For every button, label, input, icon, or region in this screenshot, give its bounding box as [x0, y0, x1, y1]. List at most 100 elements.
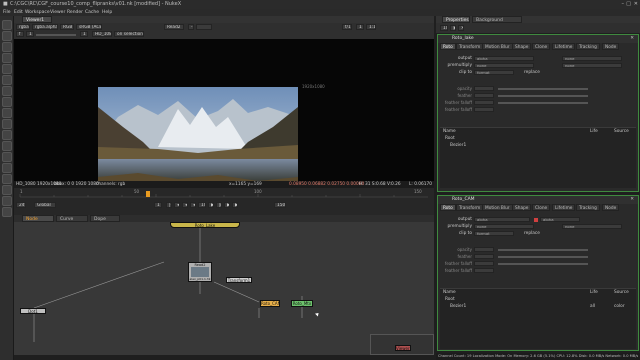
range-mode-dropdown[interactable]: Global [34, 202, 56, 208]
tab-dope-sheet[interactable]: Dope Sheet [90, 215, 120, 229]
transform-tool-icon[interactable] [2, 108, 12, 118]
node-top-group[interactable]: Roto_Lake [170, 222, 240, 228]
panel1-opacity-slider[interactable] [498, 88, 588, 90]
panel2-tab-roto[interactable]: Roto [440, 204, 456, 211]
input-b-dropdown[interactable] [196, 24, 212, 30]
panel2-falloff-slider[interactable] [498, 263, 588, 265]
panel2-falloff2-field[interactable] [474, 268, 494, 273]
panel1-opacity-field[interactable] [474, 86, 494, 91]
play-back-button[interactable]: ◀ [190, 202, 196, 208]
menu-help[interactable]: Help [102, 10, 112, 15]
step-field[interactable]: 10 [198, 202, 206, 208]
panel2-clip-dropdown[interactable]: format [474, 231, 514, 236]
panel1-tab-clone[interactable]: Clone [532, 43, 551, 50]
panel1-tab-transform[interactable]: Transform [456, 43, 484, 50]
furnace-tool-icon[interactable] [2, 196, 12, 206]
other-tool-icon[interactable] [2, 185, 12, 195]
panel2-premult-b-dropdown[interactable]: none [562, 224, 622, 229]
channel-tool-icon[interactable] [2, 53, 12, 63]
selection-dropdown[interactable]: on selection [114, 31, 144, 37]
panel1-tab-node[interactable]: Node [602, 43, 620, 50]
panel2-output-b-dropdown[interactable]: alpha [540, 217, 580, 222]
panel2-opacity-field[interactable] [474, 247, 494, 252]
panel1-name[interactable]: Roto_lake [452, 36, 474, 41]
panel1-tab-roto[interactable]: Roto [440, 43, 456, 50]
color-tool-icon[interactable] [2, 64, 12, 74]
menu-workspace[interactable]: Workspace [25, 10, 50, 15]
step-forward-button[interactable]: |▶ [216, 202, 222, 208]
tab-node-graph[interactable]: Node Graph [22, 215, 54, 229]
menu-render[interactable]: Render [67, 10, 83, 15]
roi-dropdown[interactable]: HD_1080 [92, 31, 112, 37]
views-tool-icon[interactable] [2, 130, 12, 140]
menu-file[interactable]: File [3, 10, 11, 15]
gain-field[interactable]: 1 [356, 24, 364, 30]
layer-dropdown[interactable]: rgba.alpha [32, 24, 58, 30]
lock-icon[interactable]: ▣ [450, 25, 456, 31]
panel1-close-icon[interactable]: ✕ [630, 36, 634, 41]
keyer-tool-icon[interactable] [2, 86, 12, 96]
node-transform[interactable]: Transform1 [226, 277, 252, 283]
filter-tool-icon[interactable] [2, 75, 12, 85]
metadata-tool-icon[interactable] [2, 141, 12, 151]
panel2-replace-checkbox[interactable]: replace [524, 230, 540, 237]
panel1-output-b-dropdown[interactable]: none [562, 56, 622, 61]
clear-panels-icon[interactable]: ✕ [458, 25, 464, 31]
tab-viewer1[interactable]: Viewer1 [22, 16, 52, 23]
merge-tool-icon[interactable] [2, 97, 12, 107]
toolsets-tool-icon[interactable] [2, 174, 12, 184]
panel2-falloff-field[interactable] [474, 261, 494, 266]
image-tool-icon[interactable] [2, 20, 12, 30]
deep-tool-icon[interactable] [2, 163, 12, 173]
first-frame-button[interactable]: |◀ [166, 202, 172, 208]
panel1-tab-lifetime[interactable]: Lifetime [552, 43, 576, 50]
panel1-premult-dropdown[interactable]: none [474, 63, 534, 68]
panel2-tab-clone[interactable]: Clone [532, 204, 551, 211]
maximize-icon[interactable]: □ [626, 1, 631, 7]
node-graph[interactable]: Roto_Lake Read2 alex_p01.1.3k Transform1… [14, 222, 434, 355]
panel1-feather-field[interactable] [474, 93, 494, 98]
last-frame-button[interactable]: ▶| [232, 202, 238, 208]
node-read2[interactable]: Read2 alex_p01.1.3k [188, 262, 212, 282]
play-button[interactable]: ▶ [208, 202, 214, 208]
colorspace-dropdown[interactable]: sRGB (ACES) [76, 24, 102, 30]
end-frame-field[interactable]: 150 [274, 202, 286, 208]
node-viewer[interactable]: Viewer1 [395, 345, 411, 351]
frame-field[interactable]: 1 [154, 202, 162, 208]
zoom-dropdown[interactable]: f/1.0 [342, 24, 352, 30]
panel1-output-dropdown[interactable]: alpha [474, 56, 534, 61]
panel2-tab-node[interactable]: Node [602, 204, 620, 211]
graph-minimap[interactable]: Viewer1 [370, 334, 434, 355]
panel1-falloff-slider[interactable] [498, 102, 588, 104]
prev-key-button[interactable]: ◀◀ [174, 202, 180, 208]
gain-value[interactable]: 1 [26, 31, 34, 37]
panel2-feather-field[interactable] [474, 254, 494, 259]
panel1-tab-motion-blur[interactable]: Motion Blur [482, 43, 513, 50]
node-roto-mtx[interactable]: Roto_Mtx [291, 300, 313, 307]
panel2-layer-list[interactable]: Name Life Source Root Bezier1 all color [440, 288, 636, 349]
draw-tool-icon[interactable] [2, 31, 12, 41]
channels-dropdown[interactable]: rgba [16, 24, 30, 30]
panel2-layer-root[interactable]: Root [445, 297, 455, 302]
particles-tool-icon[interactable] [2, 152, 12, 162]
panel2-bezier-life[interactable]: all [590, 304, 595, 309]
3d-tool-icon[interactable] [2, 119, 12, 129]
panel2-tab-motion-blur[interactable]: Motion Blur [482, 204, 513, 211]
panel2-opacity-slider[interactable] [498, 249, 588, 251]
next-key-button[interactable]: ▶▶ [224, 202, 230, 208]
panel1-falloff2-field[interactable] [474, 107, 494, 112]
panel1-layer-bezier1[interactable]: Bezier1 [450, 143, 466, 148]
panel1-layer-root[interactable]: Root [445, 136, 455, 141]
panel1-layer-list[interactable]: Name Life Source Root Bezier1 [440, 127, 636, 188]
plugin-tool-icon[interactable] [2, 207, 12, 217]
panel2-bezier-source[interactable]: color [614, 304, 625, 309]
panel1-premult-b-dropdown[interactable]: none [562, 63, 622, 68]
max-panels-field[interactable]: 10 [440, 25, 448, 31]
tab-curve-editor[interactable]: Curve Editor [56, 215, 88, 229]
viewer-viewport[interactable]: 1920x1080 HD_1080 [14, 39, 434, 202]
panel1-tab-tracking[interactable]: Tracking [576, 43, 600, 50]
menu-edit[interactable]: Edit [14, 10, 23, 15]
time-tool-icon[interactable] [2, 42, 12, 52]
panel2-premult-dropdown[interactable]: none [474, 224, 534, 229]
timeline-playhead[interactable] [146, 191, 150, 197]
